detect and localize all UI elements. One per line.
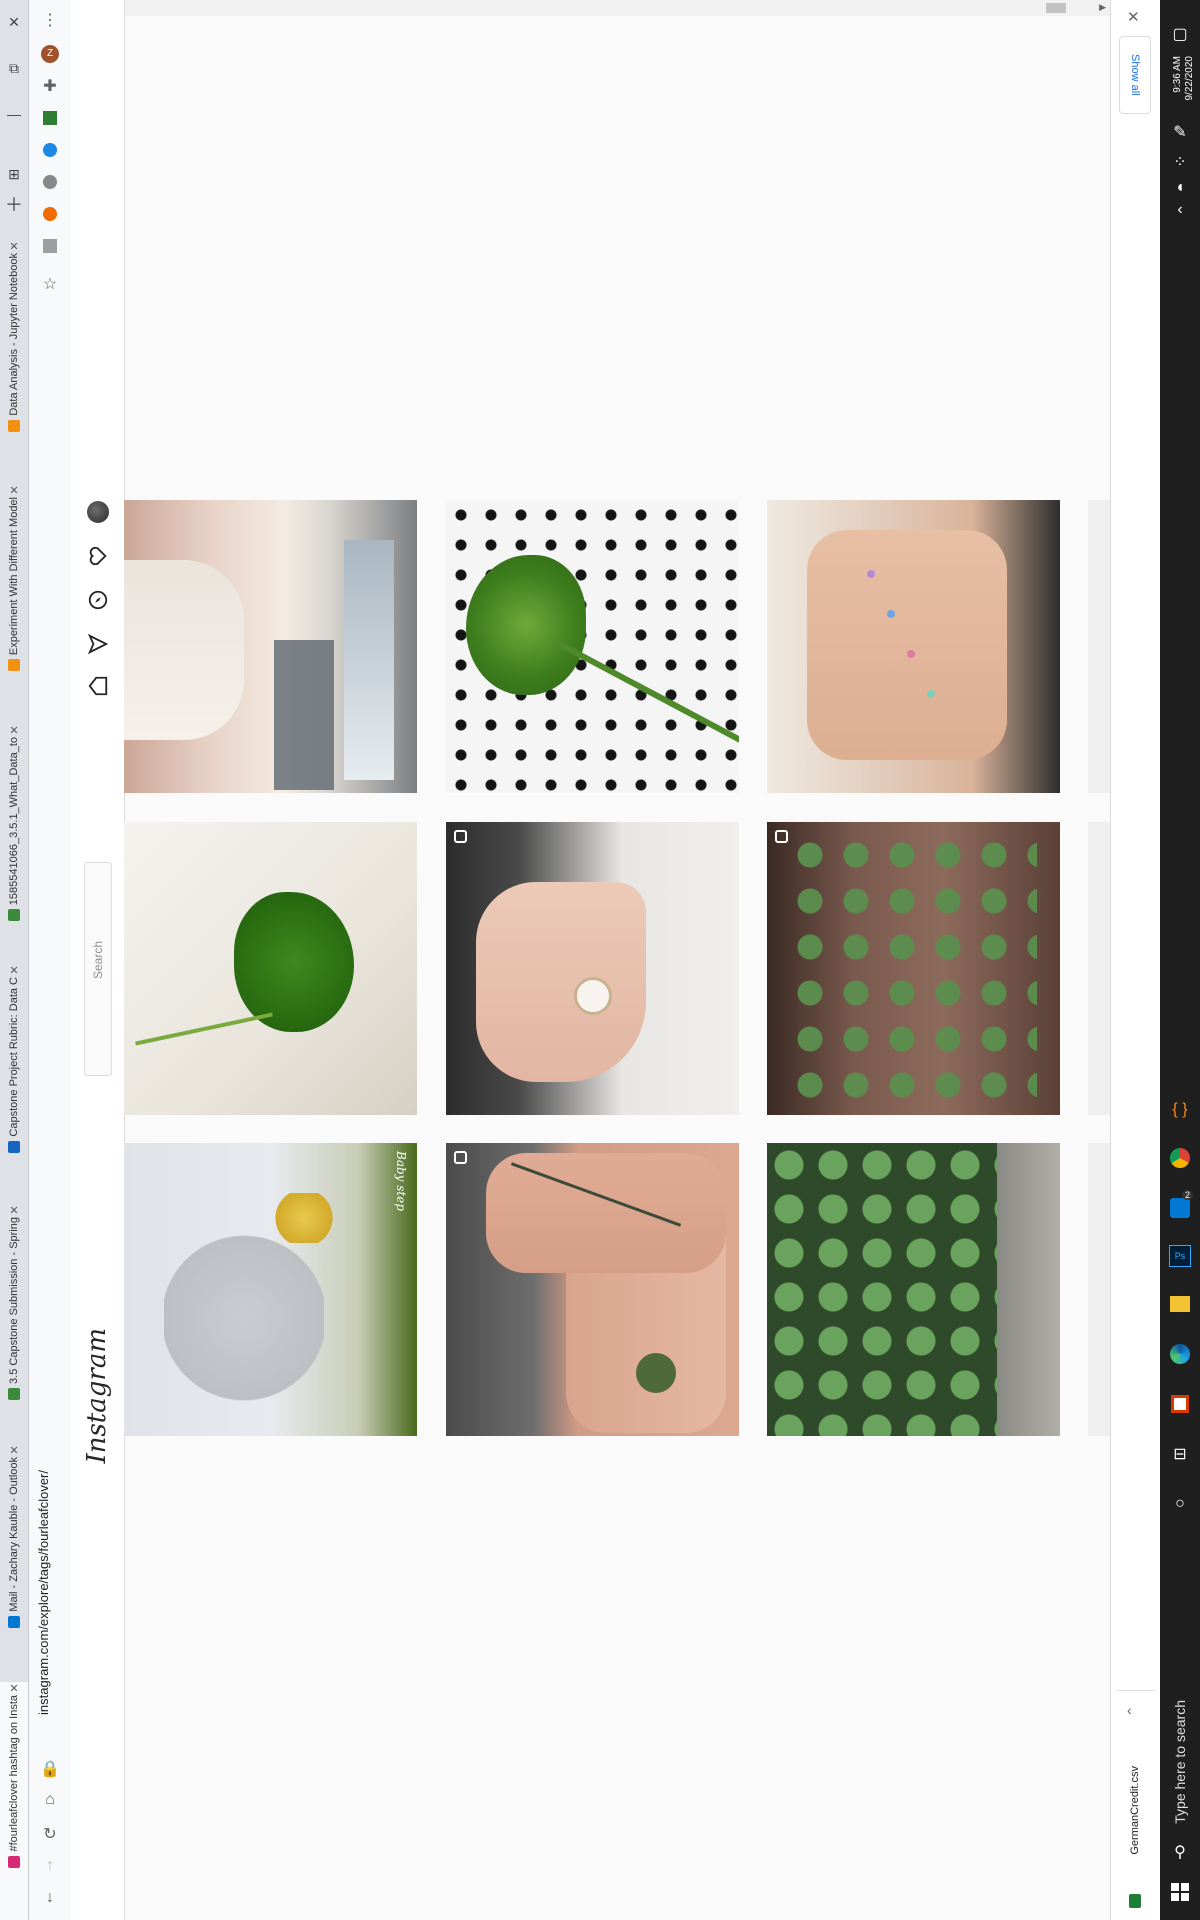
- close-tab-icon[interactable]: ✕: [9, 1444, 18, 1457]
- post-partial-edge: [1088, 1143, 1110, 1436]
- tab-experiment[interactable]: ✕ Experiment With Different Model: [0, 484, 28, 708]
- brackets-app-icon[interactable]: { }: [1160, 1090, 1200, 1130]
- post-clover-patch[interactable]: [767, 1143, 1060, 1436]
- downloads-bar: ✕ Show all ‹ GermanCredit.csv: [1110, 0, 1161, 1920]
- address-bar[interactable]: instagram.com/explore/tags/fourleafclove…: [36, 1470, 62, 1760]
- extensions-icon[interactable]: ✚: [29, 72, 71, 100]
- post-partial-edge: [1088, 822, 1110, 1115]
- close-downloads-icon[interactable]: ✕: [1127, 8, 1140, 26]
- instagram-favicon-icon: [8, 1855, 20, 1868]
- notifications-icon[interactable]: ▢: [1160, 14, 1200, 54]
- tab-outlook[interactable]: ✕ Mail - Zachary Kauble - Outlook: [0, 1444, 28, 1668]
- tab-jupyter[interactable]: ✕ Data Analysis - Jupyter Notebook: [0, 240, 28, 468]
- extension-2-icon[interactable]: [29, 136, 71, 164]
- close-window-icon[interactable]: ✕: [0, 8, 28, 36]
- post-hand-clover-studs[interactable]: [767, 500, 1060, 793]
- close-tab-icon[interactable]: ✕: [9, 240, 18, 253]
- close-tab-icon[interactable]: ✕: [9, 1682, 18, 1695]
- show-hidden-icons-icon[interactable]: ‹: [1160, 190, 1200, 230]
- multiple-images-icon: [454, 1151, 467, 1164]
- office-app-icon[interactable]: [1160, 1384, 1200, 1424]
- menu-icon[interactable]: ⋮: [29, 6, 71, 34]
- search-input[interactable]: Search: [84, 862, 112, 1076]
- show-all-button[interactable]: Show all: [1119, 36, 1151, 114]
- post-watermark: Baby step: [394, 1151, 408, 1212]
- tab-strip: ✕ ⧉ — ＋ ⊞ ✕ Data Analysis - Jupyter Note…: [0, 0, 29, 1920]
- browser-toolbar: ⋮ Z ✚ ☆ instagram.com/explore/tags/fourl…: [29, 0, 72, 1920]
- tab-what-data[interactable]: ✕ 1585541066_3.5.1_What_Data_to: [0, 724, 28, 948]
- scrollbar-thumb[interactable]: [1046, 3, 1066, 13]
- csv-file-icon: [1129, 1894, 1141, 1908]
- outlook-app-icon[interactable]: 2: [1160, 1188, 1200, 1228]
- bookmark-star-icon[interactable]: ☆: [29, 270, 71, 298]
- extension-3-icon[interactable]: [29, 168, 71, 196]
- extension-5-icon[interactable]: [29, 232, 71, 260]
- post-clover-ring[interactable]: [446, 822, 739, 1115]
- chrome-app-icon[interactable]: [1160, 1138, 1200, 1178]
- back-icon[interactable]: ↓: [29, 1884, 71, 1912]
- file-explorer-icon[interactable]: [1160, 1284, 1200, 1324]
- search-icon[interactable]: ⚲: [1160, 1832, 1200, 1872]
- post-partial-edge: [1088, 500, 1110, 793]
- activity-heart-icon[interactable]: [84, 542, 112, 570]
- profile-avatar[interactable]: [84, 498, 112, 526]
- home-icon[interactable]: ⌂: [29, 1786, 71, 1814]
- task-view-icon[interactable]: ⊟: [1160, 1434, 1200, 1474]
- photoshop-app-icon[interactable]: Ps: [1160, 1236, 1200, 1276]
- post-clover-white[interactable]: [124, 822, 417, 1115]
- new-tab-icon[interactable]: ＋: [0, 190, 28, 218]
- tab-rubric[interactable]: ✕ Capstone Project Rubric: Data C: [0, 964, 28, 1188]
- home-nav-icon[interactable]: [84, 672, 112, 700]
- extension-1-icon[interactable]: [29, 104, 71, 132]
- post-clover-plant-pot[interactable]: [767, 822, 1060, 1115]
- springboard-favicon-icon: [8, 1387, 20, 1400]
- lock-icon[interactable]: 🔒: [29, 1755, 71, 1783]
- outlook-badge: 2: [1182, 1190, 1194, 1200]
- tab-search-icon[interactable]: ⊞: [0, 160, 28, 188]
- outlook-favicon-icon: [8, 1615, 20, 1628]
- cortana-icon[interactable]: ○: [1160, 1484, 1200, 1524]
- notebook-favicon-icon: [8, 659, 20, 672]
- close-tab-icon[interactable]: ✕: [9, 484, 18, 497]
- minimize-window-icon[interactable]: —: [0, 100, 28, 128]
- reload-icon[interactable]: ↻: [29, 1820, 71, 1848]
- divider: [1117, 1690, 1155, 1691]
- horizontal-scrollbar[interactable]: ◀ ▶: [72, 0, 1110, 16]
- post-clover-polka-dots[interactable]: [446, 500, 739, 793]
- multiple-images-icon: [775, 830, 788, 843]
- chevron-down-icon[interactable]: ‹: [1127, 1702, 1132, 1718]
- post-tattoo-forearm[interactable]: [446, 1143, 739, 1436]
- edge-app-icon[interactable]: [1160, 1334, 1200, 1374]
- post-selfie[interactable]: [124, 500, 417, 793]
- forward-icon[interactable]: ↑: [29, 1852, 71, 1880]
- windows-taskbar: ▢ 9:36 AM 9/22/2020 ✎ ⁘ ◖ ‹ { } 2 Ps ⊟ ○…: [1160, 0, 1200, 1920]
- docs-favicon-icon: [8, 1140, 20, 1153]
- jupyter-favicon-icon: [8, 419, 20, 432]
- direct-message-icon[interactable]: [84, 630, 112, 658]
- explore-compass-icon[interactable]: [84, 586, 112, 614]
- extension-4-icon[interactable]: [29, 200, 71, 228]
- tab-instagram[interactable]: ✕ #fourleafclover hashtag on Insta: [0, 1682, 28, 1920]
- scroll-right-arrow-icon[interactable]: ▶: [1099, 2, 1106, 13]
- close-tab-icon[interactable]: ✕: [9, 724, 18, 737]
- profile-icon[interactable]: Z: [29, 40, 71, 68]
- restore-window-icon[interactable]: ⧉: [0, 54, 28, 82]
- instagram-logo[interactable]: Instagram: [82, 1328, 112, 1464]
- springboard-favicon-icon: [8, 909, 20, 922]
- download-item[interactable]: GermanCredit.csv: [1119, 1766, 1153, 1916]
- tab-capstone-submission[interactable]: ✕ 3.5 Capstone Submission - Spring: [0, 1204, 28, 1428]
- close-tab-icon[interactable]: ✕: [9, 964, 18, 977]
- windows-start-icon[interactable]: [1160, 1872, 1200, 1912]
- close-tab-icon[interactable]: ✕: [9, 1204, 18, 1217]
- multiple-images-icon: [454, 830, 467, 843]
- post-sunflower-overlay[interactable]: Baby step: [124, 1143, 417, 1436]
